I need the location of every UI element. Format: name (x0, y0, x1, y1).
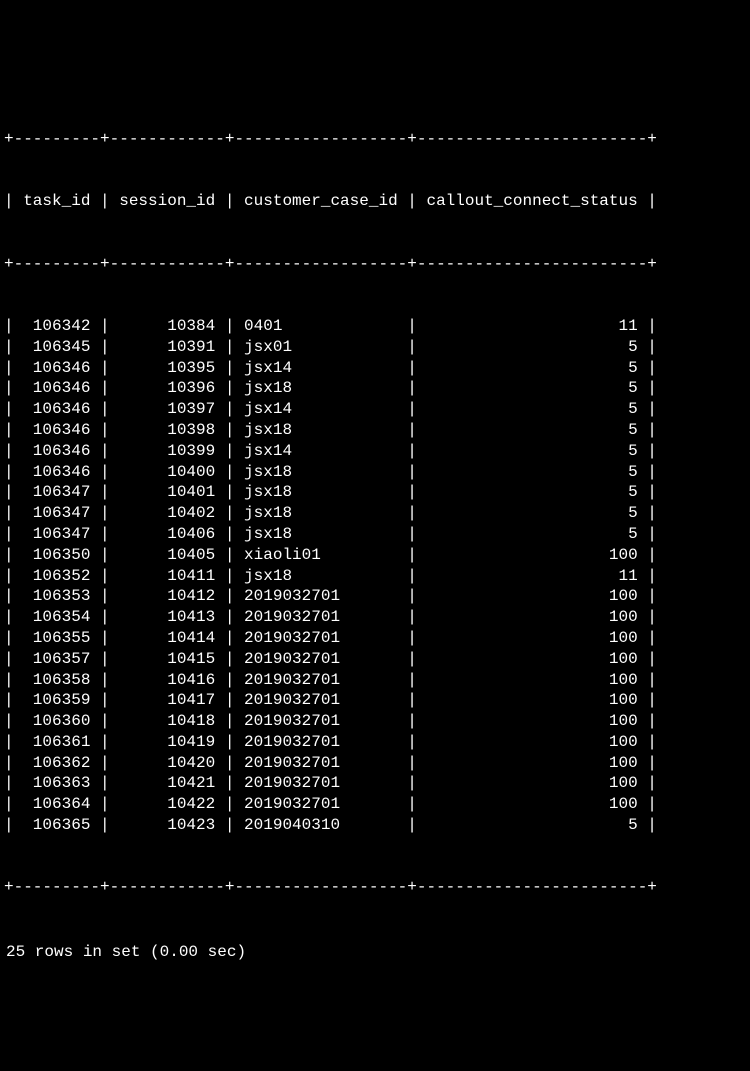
table-row: | 106345 | 10391 | jsx01 | 5 | (4, 337, 746, 358)
table-row: | 106363 | 10421 | 2019032701 | 100 | (4, 773, 746, 794)
table-row: | 106346 | 10396 | jsx18 | 5 | (4, 378, 746, 399)
table-row: | 106355 | 10414 | 2019032701 | 100 | (4, 628, 746, 649)
rows-container: | 106342 | 10384 | 0401 | 11 || 106345 |… (4, 316, 746, 836)
table-row: | 106350 | 10405 | xiaoli01 | 100 | (4, 545, 746, 566)
sql-result-table: +---------+------------+----------------… (4, 87, 746, 919)
border-top: +---------+------------+----------------… (4, 129, 746, 150)
table-row: | 106364 | 10422 | 2019032701 | 100 | (4, 794, 746, 815)
result-footer: 25 rows in set (0.00 sec) (4, 942, 746, 963)
table-row: | 106360 | 10418 | 2019032701 | 100 | (4, 711, 746, 732)
table-row: | 106346 | 10398 | jsx18 | 5 | (4, 420, 746, 441)
table-row: | 106354 | 10413 | 2019032701 | 100 | (4, 607, 746, 628)
table-row: | 106359 | 10417 | 2019032701 | 100 | (4, 690, 746, 711)
header-row: | task_id | session_id | customer_case_i… (4, 191, 746, 212)
table-row: | 106353 | 10412 | 2019032701 | 100 | (4, 586, 746, 607)
border-bottom: +---------+------------+----------------… (4, 877, 746, 898)
table-row: | 106358 | 10416 | 2019032701 | 100 | (4, 670, 746, 691)
table-row: | 106346 | 10400 | jsx18 | 5 | (4, 462, 746, 483)
table-row: | 106361 | 10419 | 2019032701 | 100 | (4, 732, 746, 753)
table-row: | 106347 | 10402 | jsx18 | 5 | (4, 503, 746, 524)
table-row: | 106362 | 10420 | 2019032701 | 100 | (4, 753, 746, 774)
table-row: | 106365 | 10423 | 2019040310 | 5 | (4, 815, 746, 836)
border-header: +---------+------------+----------------… (4, 254, 746, 275)
table-row: | 106352 | 10411 | jsx18 | 11 | (4, 566, 746, 587)
table-row: | 106346 | 10395 | jsx14 | 5 | (4, 358, 746, 379)
table-row: | 106346 | 10397 | jsx14 | 5 | (4, 399, 746, 420)
table-row: | 106342 | 10384 | 0401 | 11 | (4, 316, 746, 337)
table-row: | 106346 | 10399 | jsx14 | 5 | (4, 441, 746, 462)
table-row: | 106347 | 10406 | jsx18 | 5 | (4, 524, 746, 545)
table-row: | 106347 | 10401 | jsx18 | 5 | (4, 482, 746, 503)
